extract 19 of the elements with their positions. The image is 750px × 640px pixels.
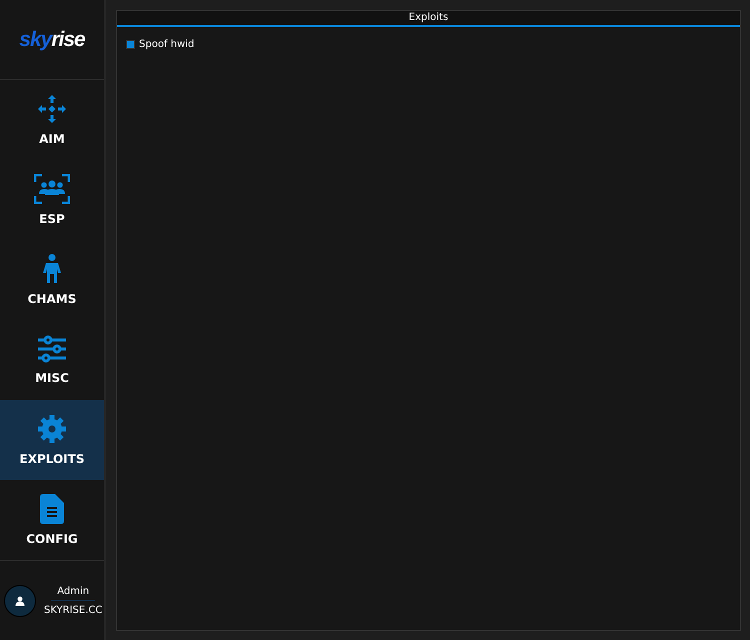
nav-item[interactable]: CHAMS bbox=[0, 240, 104, 320]
site-name: SKYRISE.CC bbox=[44, 604, 102, 616]
nav-item[interactable]: ESP bbox=[0, 160, 104, 240]
checkbox-label: Spoof hwid bbox=[139, 39, 194, 50]
avatar bbox=[4, 584, 36, 616]
user-name: Admin bbox=[51, 586, 96, 600]
crosshair-icon bbox=[37, 94, 67, 124]
nav-item[interactable]: CONFIG bbox=[0, 480, 104, 560]
group-icon bbox=[34, 174, 70, 204]
panel-title: Exploits bbox=[117, 11, 740, 27]
person-icon bbox=[42, 254, 62, 284]
checkbox[interactable] bbox=[126, 40, 135, 49]
nav-item[interactable]: EXPLOITS bbox=[0, 400, 104, 480]
sliders-icon bbox=[37, 335, 67, 363]
logo: skyrise bbox=[19, 28, 85, 52]
gear-icon bbox=[37, 414, 67, 444]
nav-item[interactable]: AIM bbox=[0, 80, 104, 160]
document-icon bbox=[40, 494, 64, 524]
nav-item[interactable]: MISC bbox=[0, 320, 104, 400]
